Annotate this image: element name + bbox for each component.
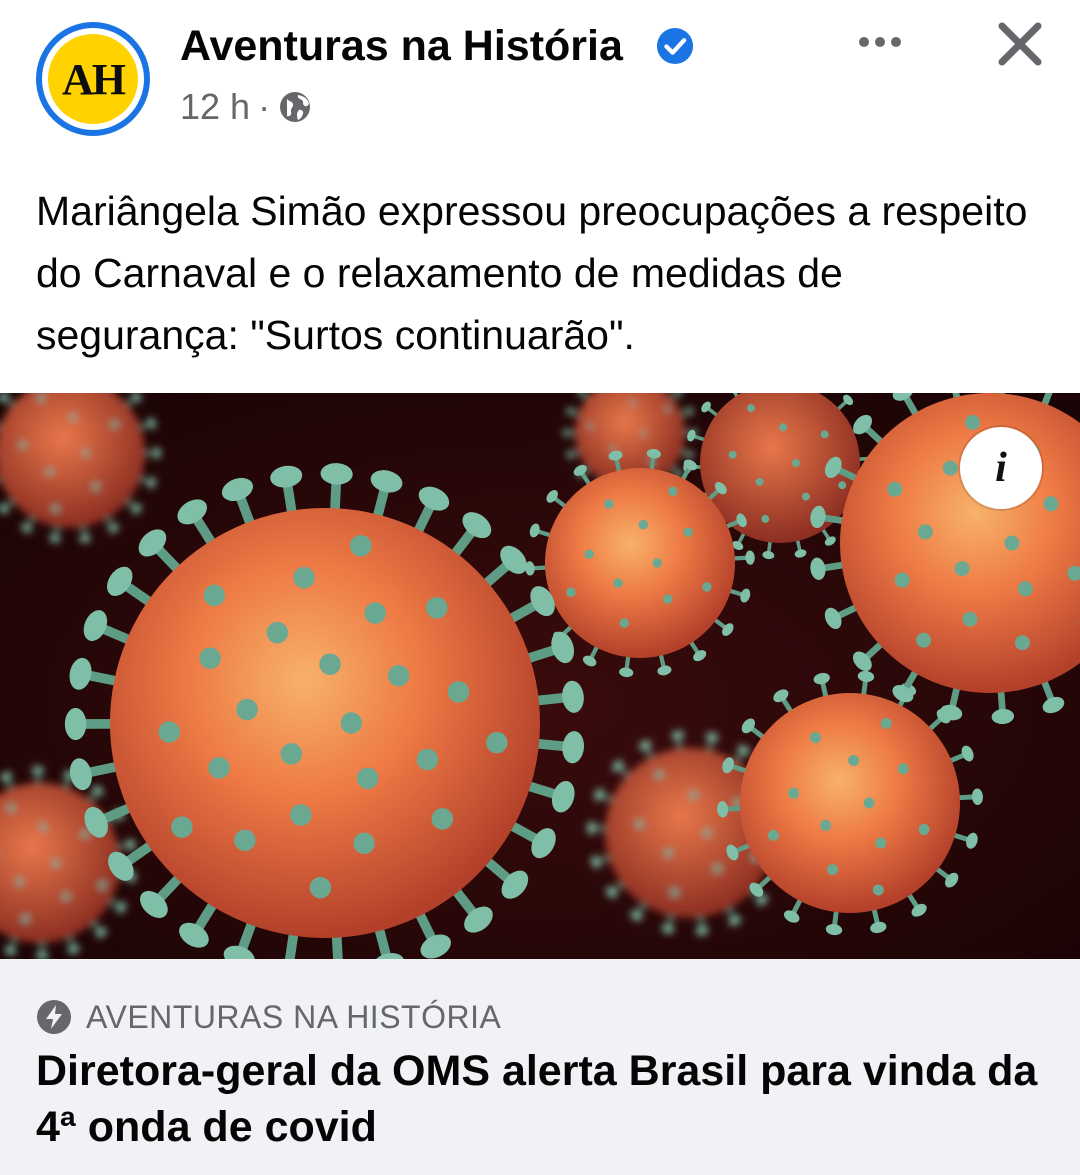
close-icon[interactable] [990, 14, 1050, 74]
more-dot [891, 37, 901, 47]
post-text: Mariângela Simão expressou preocupações … [36, 188, 1028, 358]
meta-separator: · [258, 86, 271, 127]
post-meta: 12 h · [180, 86, 312, 128]
avatar-ring: AH [42, 28, 144, 130]
link-source: AVENTURAS NA HISTÓRIA [86, 998, 502, 1035]
page-avatar[interactable]: AH [36, 22, 150, 136]
more-dot [859, 37, 869, 47]
avatar-logo: AH [48, 34, 138, 124]
link-preview-card[interactable]: AVENTURAS NA HISTÓRIA Diretora-geral da … [0, 959, 1080, 1175]
verified-badge-icon [656, 27, 694, 65]
link-headline[interactable]: Diretora-geral da OMS alerta Brasil para… [36, 1043, 1046, 1155]
post-image[interactable] [0, 393, 1080, 959]
post-header: AH Aventuras na História 12 h · [0, 0, 1080, 160]
globe-icon[interactable] [278, 90, 312, 124]
post-time[interactable]: 12 h [180, 86, 250, 128]
avatar-initials: AH [62, 54, 126, 104]
more-options-icon[interactable] [846, 20, 914, 64]
page-name[interactable]: Aventuras na História [180, 22, 623, 71]
link-source-row: AVENTURAS NA HISTÓRIA [36, 997, 501, 1037]
more-dot [875, 37, 885, 47]
coronavirus-illustration [0, 393, 1080, 959]
bolt-icon [37, 1000, 71, 1034]
info-button[interactable]: i [960, 427, 1042, 509]
